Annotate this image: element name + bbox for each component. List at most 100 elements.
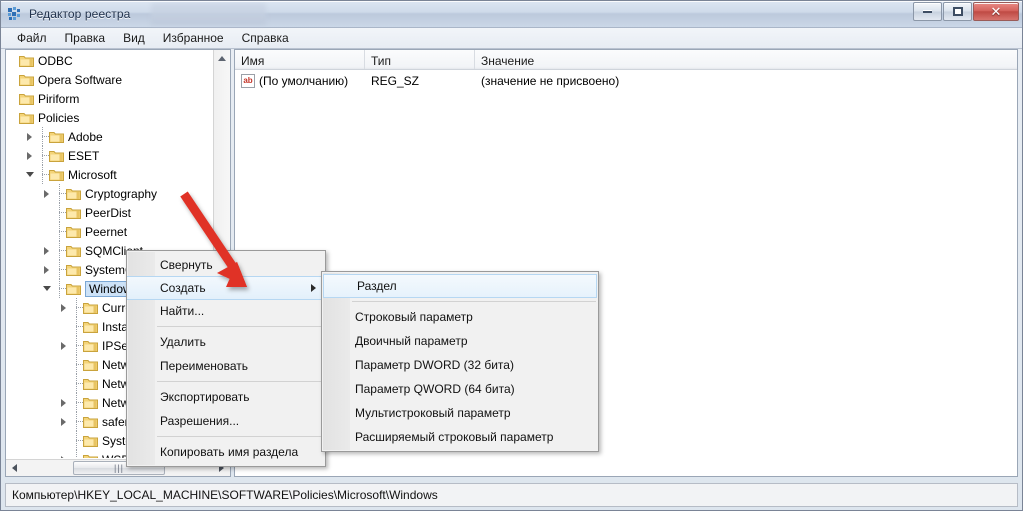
context-menu-item-6[interactable]: Разрешения... xyxy=(127,409,325,433)
menu-item-3[interactable]: Избранное xyxy=(154,29,233,47)
chevron-right-icon[interactable] xyxy=(40,260,53,279)
tree-node-5[interactable]: ESET xyxy=(6,146,212,165)
tree-node-7[interactable]: Cryptography xyxy=(6,184,212,203)
table-row[interactable]: ab (По умолчанию) REG_SZ (значение не пр… xyxy=(235,70,1017,92)
folder-icon xyxy=(19,54,34,67)
folder-icon xyxy=(66,282,81,295)
tree-connector xyxy=(70,412,83,431)
maximize-button[interactable] xyxy=(943,2,972,21)
window-controls: ✕ xyxy=(913,2,1019,21)
menu-item-4[interactable]: Справка xyxy=(233,29,298,47)
submenu-item-4[interactable]: Параметр QWORD (64 бита) xyxy=(322,377,598,401)
chevron-right-icon xyxy=(311,284,316,292)
tree-expander-placeholder xyxy=(40,203,53,222)
context-menu-item-label: Создать xyxy=(160,281,206,295)
submenu-item-label: Расширяемый строковый параметр xyxy=(355,430,554,444)
window-title: Редактор реестра xyxy=(29,7,131,21)
folder-icon xyxy=(83,358,98,371)
ab-string-value-icon: ab xyxy=(241,74,255,88)
chevron-right-icon[interactable] xyxy=(23,146,36,165)
submenu-item-2[interactable]: Двоичный параметр xyxy=(322,329,598,353)
chevron-right-icon[interactable] xyxy=(57,450,70,458)
tree-node-3[interactable]: Policies xyxy=(6,108,212,127)
folder-icon xyxy=(83,377,98,390)
context-menu-item-2[interactable]: Найти... xyxy=(127,299,325,323)
context-menu-item-1[interactable]: Создать xyxy=(127,276,325,300)
minimize-button[interactable] xyxy=(913,2,942,21)
tree-connector xyxy=(70,450,83,458)
submenu-item-label: Строковый параметр xyxy=(355,310,473,324)
menu-separator xyxy=(352,301,596,302)
chevron-down-icon[interactable] xyxy=(23,165,36,184)
tree-node-label: Policies xyxy=(38,110,80,125)
tree-connector xyxy=(53,241,66,260)
context-menu-item-label: Экспортировать xyxy=(160,390,250,404)
tree-node-2[interactable]: Piriform xyxy=(6,89,212,108)
tree-node-label: Piriform xyxy=(38,91,80,106)
close-button[interactable]: ✕ xyxy=(973,2,1019,21)
tree-node-label: Microsoft xyxy=(68,167,117,182)
tree-node-4[interactable]: Adobe xyxy=(6,127,212,146)
tree-connector xyxy=(70,317,83,336)
tree-node-1[interactable]: Opera Software xyxy=(6,70,212,89)
chevron-right-icon[interactable] xyxy=(57,298,70,317)
tree-node-0[interactable]: ODBC xyxy=(6,51,212,70)
tree-connector xyxy=(36,165,49,184)
context-menu-item-0[interactable]: Свернуть xyxy=(127,253,325,277)
column-header-name[interactable]: Имя xyxy=(235,50,365,69)
tree-connector xyxy=(53,222,66,241)
context-menu-item-3[interactable]: Удалить xyxy=(127,330,325,354)
chevron-left-icon xyxy=(12,464,17,472)
chevron-right-icon[interactable] xyxy=(40,241,53,260)
scroll-left-button[interactable] xyxy=(6,460,23,476)
submenu-item-1[interactable]: Строковый параметр xyxy=(322,305,598,329)
chevron-right-icon[interactable] xyxy=(40,184,53,203)
tree-node-8[interactable]: PeerDist xyxy=(6,203,212,222)
tree-node-9[interactable]: Peernet xyxy=(6,222,212,241)
submenu-item-5[interactable]: Мультистроковый параметр xyxy=(322,401,598,425)
submenu-item-label: Двоичный параметр xyxy=(355,334,468,348)
chevron-right-icon[interactable] xyxy=(23,127,36,146)
value-name-cell: ab (По умолчанию) xyxy=(235,74,365,88)
context-menu-item-5[interactable]: Экспортировать xyxy=(127,385,325,409)
tree-connector xyxy=(70,393,83,412)
folder-icon xyxy=(49,130,64,143)
tree-node-6[interactable]: Microsoft xyxy=(6,165,212,184)
context-menu-item-7[interactable]: Копировать имя раздела xyxy=(127,440,325,464)
chevron-down-icon[interactable] xyxy=(40,279,53,298)
menu-item-2[interactable]: Вид xyxy=(114,29,154,47)
scroll-up-button[interactable] xyxy=(214,50,230,67)
column-header-value[interactable]: Значение xyxy=(475,50,1017,69)
submenu-item-6[interactable]: Расширяемый строковый параметр xyxy=(322,425,598,449)
tree-connector xyxy=(53,260,66,279)
tree-expander-placeholder xyxy=(57,317,70,336)
tree-expander-placeholder xyxy=(40,222,53,241)
submenu-item-3[interactable]: Параметр DWORD (32 бита) xyxy=(322,353,598,377)
column-header-type[interactable]: Тип xyxy=(365,50,475,69)
submenu-item-label: Параметр DWORD (32 бита) xyxy=(355,358,514,372)
chevron-right-icon[interactable] xyxy=(57,412,70,431)
submenu-item-0[interactable]: Раздел xyxy=(323,274,597,298)
context-menu-item-4[interactable]: Переименовать xyxy=(127,354,325,378)
menu-item-0[interactable]: Файл xyxy=(8,29,56,47)
menu-item-1[interactable]: Правка xyxy=(56,29,115,47)
folder-icon xyxy=(19,73,34,86)
chevron-right-icon[interactable] xyxy=(57,336,70,355)
tree-expander-placeholder xyxy=(6,70,19,89)
chevron-right-icon[interactable] xyxy=(57,393,70,412)
